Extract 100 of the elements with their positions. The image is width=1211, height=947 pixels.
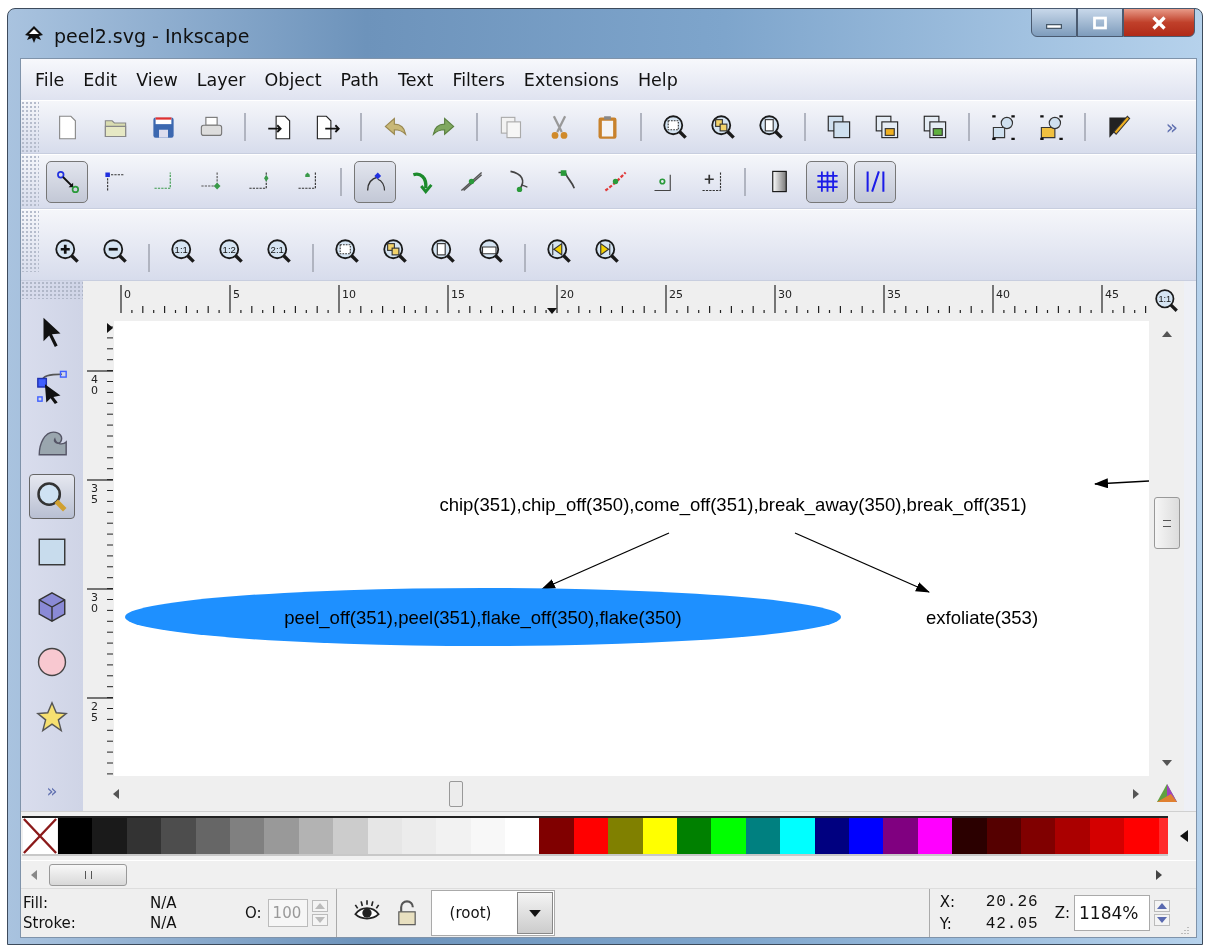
- color-swatch[interactable]: [401, 818, 437, 856]
- color-swatch[interactable]: [1055, 818, 1090, 856]
- menu-item[interactable]: Object: [256, 67, 330, 92]
- menu-item[interactable]: View: [128, 67, 186, 92]
- select-folder-icon: [1037, 113, 1065, 141]
- arrow: [1094, 478, 1149, 489]
- color-swatch[interactable]: [849, 818, 884, 856]
- menu-item[interactable]: Text: [389, 67, 442, 92]
- color-swatch[interactable]: [161, 818, 196, 856]
- grid-toggle[interactable]: [806, 160, 848, 203]
- layer-dropdown[interactable]: (root): [430, 890, 555, 936]
- ruler-label: 40: [91, 373, 98, 397]
- y-label: Y:: [939, 914, 953, 935]
- palette-menu-icon[interactable]: [1180, 830, 1188, 842]
- node-label: peel_off(351),peel(351),flake_off(350),flake(350): [284, 607, 682, 628]
- zoom-ratio-button[interactable]: 2:1: [258, 230, 300, 272]
- color-swatch[interactable]: [573, 818, 609, 856]
- ruler-label: 20: [560, 288, 574, 301]
- fill-value: N/A: [150, 893, 178, 913]
- minimize-button[interactable]: [1031, 8, 1077, 37]
- toolbox-grip[interactable]: [21, 281, 83, 299]
- zoom-ratio-button[interactable]: 1:1: [162, 230, 204, 272]
- toolbar-grip[interactable]: [21, 155, 39, 208]
- color-swatch[interactable]: [539, 818, 574, 856]
- scrollbar-thumb[interactable]: [49, 863, 127, 886]
- scrollbar-thumb[interactable]: [449, 780, 463, 807]
- color-swatch[interactable]: [1089, 818, 1125, 856]
- color-swatch[interactable]: [1020, 818, 1056, 856]
- color-swatch[interactable]: [298, 818, 334, 856]
- zoom-selection-icon: [661, 113, 689, 141]
- color-swatch[interactable]: [814, 818, 849, 856]
- close-button[interactable]: [1123, 8, 1195, 37]
- color-swatch[interactable]: [367, 818, 402, 856]
- maximize-button[interactable]: [1077, 8, 1123, 37]
- color-swatch[interactable]: [677, 818, 712, 856]
- node-label: exfoliate(353): [925, 607, 1039, 628]
- color-swatch[interactable]: [1124, 818, 1159, 856]
- menu-item[interactable]: Help: [629, 67, 686, 92]
- scroll-right-icon: [1133, 788, 1139, 799]
- ruler-label: 30: [91, 591, 98, 615]
- zoom-drawing-icon: [381, 237, 409, 265]
- menu-item[interactable]: Extensions: [515, 67, 627, 92]
- guides-toggle[interactable]: [854, 160, 896, 203]
- color-swatch[interactable]: [608, 818, 643, 856]
- color-swatch[interactable]: [986, 818, 1021, 856]
- menu-item[interactable]: Filters: [444, 67, 513, 92]
- color-swatch[interactable]: [333, 818, 368, 856]
- color-swatch[interactable]: [470, 818, 506, 856]
- select-shape-icon: [989, 113, 1017, 141]
- color-swatch[interactable]: [642, 818, 678, 856]
- color-swatch[interactable]: [780, 818, 815, 856]
- scroll-down-icon: [1161, 760, 1172, 766]
- scroll-left-icon: [31, 869, 37, 880]
- color-swatch[interactable]: [917, 818, 953, 856]
- zoom-next-icon: [593, 237, 621, 265]
- color-swatch[interactable]: [264, 818, 299, 856]
- zoom-prev-icon: [545, 237, 573, 265]
- color-swatch[interactable]: [952, 818, 987, 856]
- color-swatch[interactable]: [92, 818, 127, 856]
- menu-item[interactable]: Path: [332, 67, 387, 92]
- color-swatch[interactable]: [883, 818, 918, 856]
- duplicate-icon: [825, 113, 853, 141]
- horizontal-scrollbar[interactable]: [83, 776, 1149, 811]
- no-paint-swatch[interactable]: [22, 818, 58, 856]
- menu-item[interactable]: Edit: [75, 67, 126, 92]
- scroll-up-icon: [1161, 331, 1172, 337]
- palette-scrollbar[interactable]: [21, 860, 1196, 888]
- zoom-spinner[interactable]: [1154, 900, 1170, 926]
- zoom-in-icon: [53, 237, 81, 265]
- color-swatch[interactable]: [745, 818, 781, 856]
- scrollbar-thumb[interactable]: [1153, 497, 1180, 549]
- pointer-marker-icon: [547, 308, 557, 314]
- toolbar-grip[interactable]: [21, 210, 39, 272]
- group-lock-icon: [873, 113, 901, 141]
- toolbar-grip[interactable]: [21, 101, 39, 153]
- zoom-magnifier-tool[interactable]: [29, 474, 75, 519]
- color-swatch[interactable]: [126, 818, 162, 856]
- node-tool-icon: [35, 369, 69, 404]
- zoom-field[interactable]: 1184%: [1074, 895, 1150, 931]
- color-swatch[interactable]: [711, 818, 746, 856]
- ruler-label: 25: [669, 288, 683, 301]
- node-label: chip(351),chip_off(350),come_off(351),break_away(350),break_off(351): [439, 494, 1027, 515]
- menu-item[interactable]: Layer: [188, 67, 254, 92]
- zoom-selection-icon: [333, 237, 361, 265]
- zoom-ratio-button[interactable]: 1:2: [210, 230, 252, 272]
- zoom-magnifier-icon: [35, 479, 69, 514]
- snap-arrow-toggle[interactable]: [46, 160, 88, 203]
- ruler-label: 45: [1105, 288, 1119, 301]
- scroll-right-icon: [1156, 869, 1162, 880]
- node-curve-toggle[interactable]: [354, 160, 396, 203]
- menu-item[interactable]: File: [27, 67, 73, 92]
- resize-grip-icon[interactable]: [1178, 925, 1190, 937]
- x-coordinate: 20.26: [985, 892, 1039, 913]
- color-swatch[interactable]: [58, 818, 93, 856]
- overflow-button[interactable]: »: [1165, 115, 1178, 139]
- window-title: peel2.svg - Inkscape: [54, 24, 250, 47]
- ungroup-lock-icon: [921, 113, 949, 141]
- color-swatch[interactable]: [505, 818, 540, 856]
- color-swatch[interactable]: [229, 818, 265, 856]
- color-swatch[interactable]: [195, 818, 230, 856]
